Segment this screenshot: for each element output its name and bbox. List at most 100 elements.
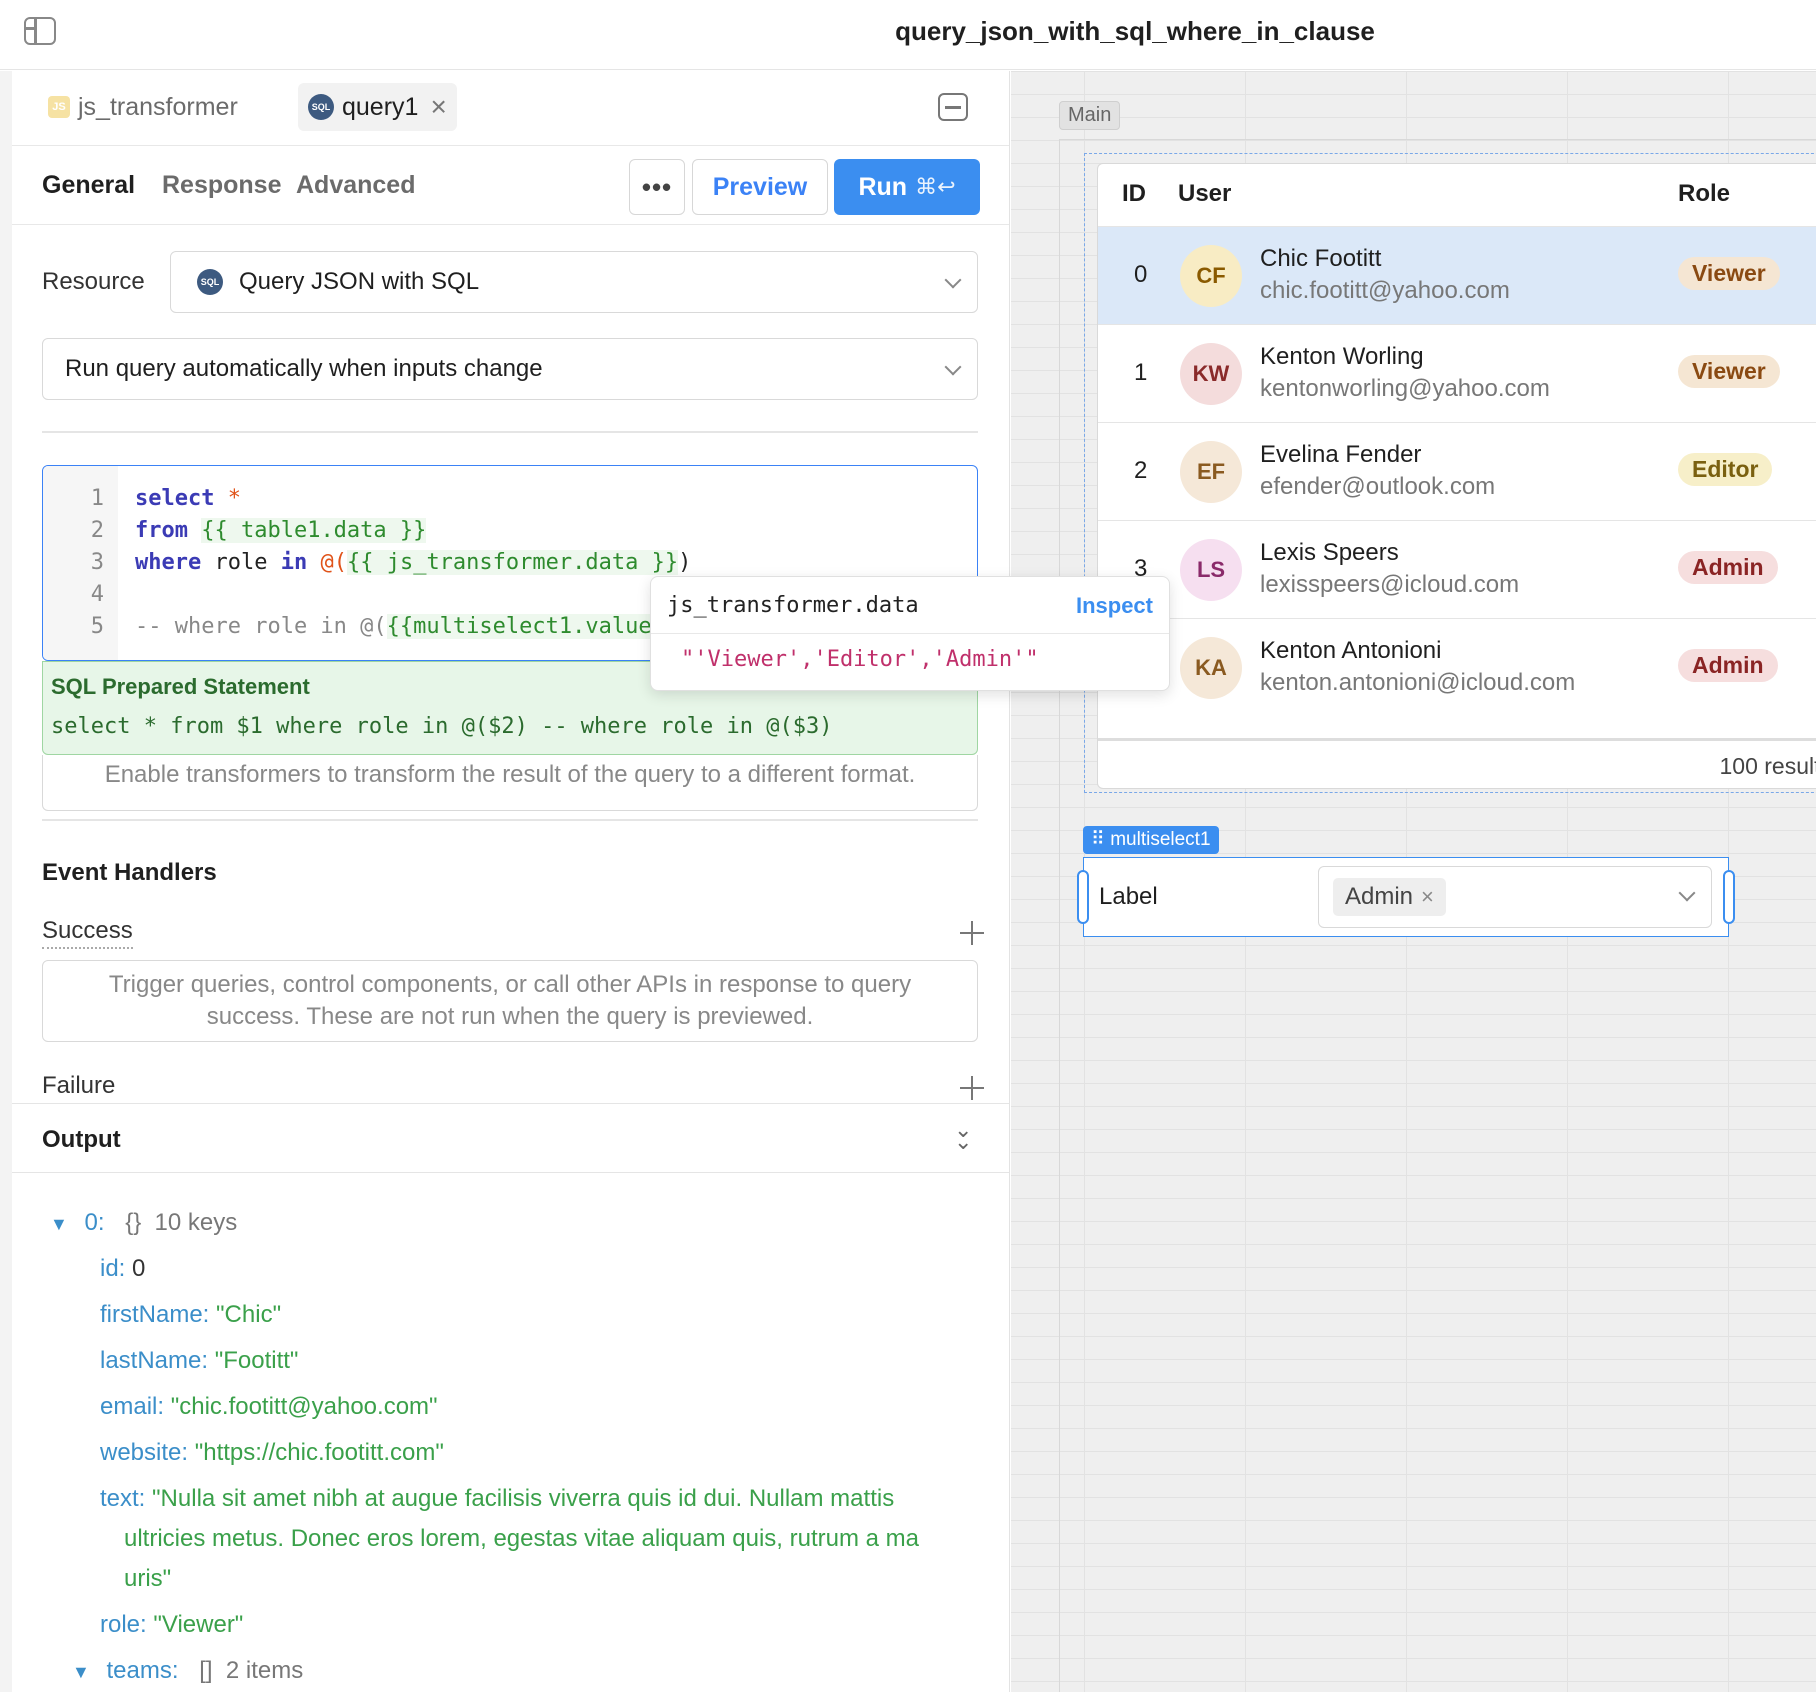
tab-general[interactable]: General [42,171,135,200]
failure-label: Failure [42,1072,116,1099]
expand-triangle-icon[interactable]: ▼ [50,1214,68,1234]
popup-value: "'Viewer','Editor','Admin'" [681,647,1039,672]
line-gutter: 1 2 3 4 5 [43,466,118,660]
output-title: Output [42,1126,121,1153]
app-title: query_json_with_sql_where_in_clause [895,16,1375,46]
add-success-handler-icon[interactable] [960,921,984,945]
table-row[interactable]: 3 LS Lexis Speers lexisspeers@icloud.com… [1098,520,1816,618]
user-email: chic.footitt@yahoo.com [1260,277,1510,304]
code-line: where role in @({{ js_transformer.data }… [135,550,692,575]
collapse-panel-icon[interactable] [938,93,968,121]
more-options-button[interactable]: ••• [629,159,685,215]
users-table[interactable]: ID User Role 0 CF Chic Footitt chic.foot… [1097,163,1816,789]
success-label: Success [42,917,133,949]
tab-query1[interactable]: SQL query1 × [298,83,457,131]
json-field-text: text: "Nulla sit amet nibh at augue faci… [100,1485,895,1512]
user-email: kenton.antonioni@icloud.com [1260,669,1576,696]
value-preview-popup: js_transformer.data Inspect "'Viewer','E… [650,576,1170,691]
avatar: KA [1180,637,1242,699]
tab-response[interactable]: Response [162,171,281,200]
code-line: select * [135,486,241,511]
chevron-double-down-icon[interactable]: ⌄ ⌄ [954,1119,972,1153]
json-root-row[interactable]: ▼ 0: {} 10 keys [50,1209,237,1237]
main-frame-tag[interactable]: Main [1059,101,1121,130]
code-line: from {{ table1.data }} [135,518,427,543]
add-failure-handler-icon[interactable] [960,1076,984,1100]
column-header-id[interactable]: ID [1122,180,1146,208]
multiselect-label: Label [1099,883,1158,910]
line-number: 1 [90,486,104,511]
resize-handle-left[interactable] [1077,870,1089,924]
remove-chip-icon[interactable]: × [1421,884,1434,910]
query-editor-panel: JS js_transformer SQL query1 × General R… [0,71,1010,1692]
user-email: efender@outlook.com [1260,473,1496,500]
selected-chip[interactable]: Admin × [1333,878,1446,916]
line-number: 4 [90,582,104,607]
divider [651,633,1169,634]
role-badge: Viewer [1678,355,1780,388]
code-line: -- where role in @({{multiselect1.value [135,614,652,639]
expand-triangle-icon[interactable]: ▼ [72,1662,90,1682]
tab-advanced[interactable]: Advanced [296,171,415,200]
run-button[interactable]: Run ⌘↩ [834,159,980,215]
column-header-role[interactable]: Role [1678,180,1730,208]
user-email: lexisspeers@icloud.com [1260,571,1520,598]
success-hint: Trigger queries, control components, or … [42,960,978,1042]
results-count: 100 results [1719,753,1816,779]
query-subtabs: General Response Advanced ••• Preview Ru… [12,147,1009,225]
column-header-user[interactable]: User [1178,180,1231,208]
js-icon: JS [48,96,70,118]
json-field: firstName: "Chic" [100,1301,282,1328]
sql-icon: SQL [197,269,223,295]
preview-button[interactable]: Preview [692,159,828,215]
role-badge: Admin [1678,649,1778,682]
cell-id: 1 [1134,359,1148,386]
run-shortcut: ⌘↩ [915,174,956,199]
table-row[interactable]: 0 CF Chic Footitt chic.footitt@yahoo.com… [1098,226,1816,324]
json-teams-row[interactable]: ▼ teams: [] 2 items [72,1657,303,1685]
run-label: Run [858,172,908,201]
cell-id: 0 [1134,261,1148,288]
inspect-link[interactable]: Inspect [1076,593,1153,619]
line-number: 2 [90,518,104,543]
json-field: id: 0 [100,1255,146,1282]
close-icon[interactable]: × [430,91,446,123]
role-badge: Admin [1678,551,1778,584]
avatar: EF [1180,441,1242,503]
chevron-down-icon[interactable] [1678,884,1696,902]
output-header[interactable]: Output ⌄ ⌄ [12,1103,1009,1173]
tab-label: js_transformer [78,92,238,121]
avatar: LS [1180,539,1242,601]
json-field: lastName: "Footitt" [100,1347,299,1374]
title-bar: query_json_with_sql_where_in_clause [0,0,1816,70]
prepared-statement-sql: select * from $1 where role in @($2) -- … [51,714,833,739]
user-name: Lexis Speers [1260,539,1399,566]
user-name: Chic Footitt [1260,245,1382,272]
event-handlers-title: Event Handlers [42,859,217,886]
table-row[interactable]: 1 KW Kenton Worling kentonworling@yahoo.… [1098,324,1816,422]
resource-label: Resource [42,268,145,295]
table-row[interactable]: KA Kenton Antonioni kenton.antonioni@icl… [1098,618,1816,716]
role-badge: Viewer [1678,257,1780,290]
role-badge: Editor [1678,453,1773,486]
table-footer: 100 results [1098,738,1816,788]
user-name: Evelina Fender [1260,441,1422,468]
resize-handle-right[interactable] [1723,870,1735,924]
multiselect-component-tag[interactable]: ⠿ multiselect1 [1083,826,1219,854]
line-number: 5 [90,614,104,639]
json-text-continuation: uris" [124,1565,172,1592]
multiselect-input[interactable]: Admin × [1318,866,1712,928]
tab-js-transformer[interactable]: JS js_transformer [38,83,248,131]
transformer-hint: Enable transformers to transform the res… [42,755,978,811]
json-field: role: "Viewer" [100,1611,244,1638]
trigger-value: Run query automatically when inputs chan… [65,355,543,382]
json-field: email: "chic.footitt@yahoo.com" [100,1393,438,1420]
resource-select[interactable]: SQL Query JSON with SQL [170,251,978,313]
table-row[interactable]: 2 EF Evelina Fender efender@outlook.com … [1098,422,1816,520]
user-name: Kenton Worling [1260,343,1424,370]
json-text-continuation: ultricies metus. Donec eros lorem, egest… [124,1525,919,1552]
trigger-select[interactable]: Run query automatically when inputs chan… [42,338,978,400]
resource-value: Query JSON with SQL [239,268,480,295]
query-tabs: JS js_transformer SQL query1 × [12,71,1009,146]
divider [42,819,978,821]
